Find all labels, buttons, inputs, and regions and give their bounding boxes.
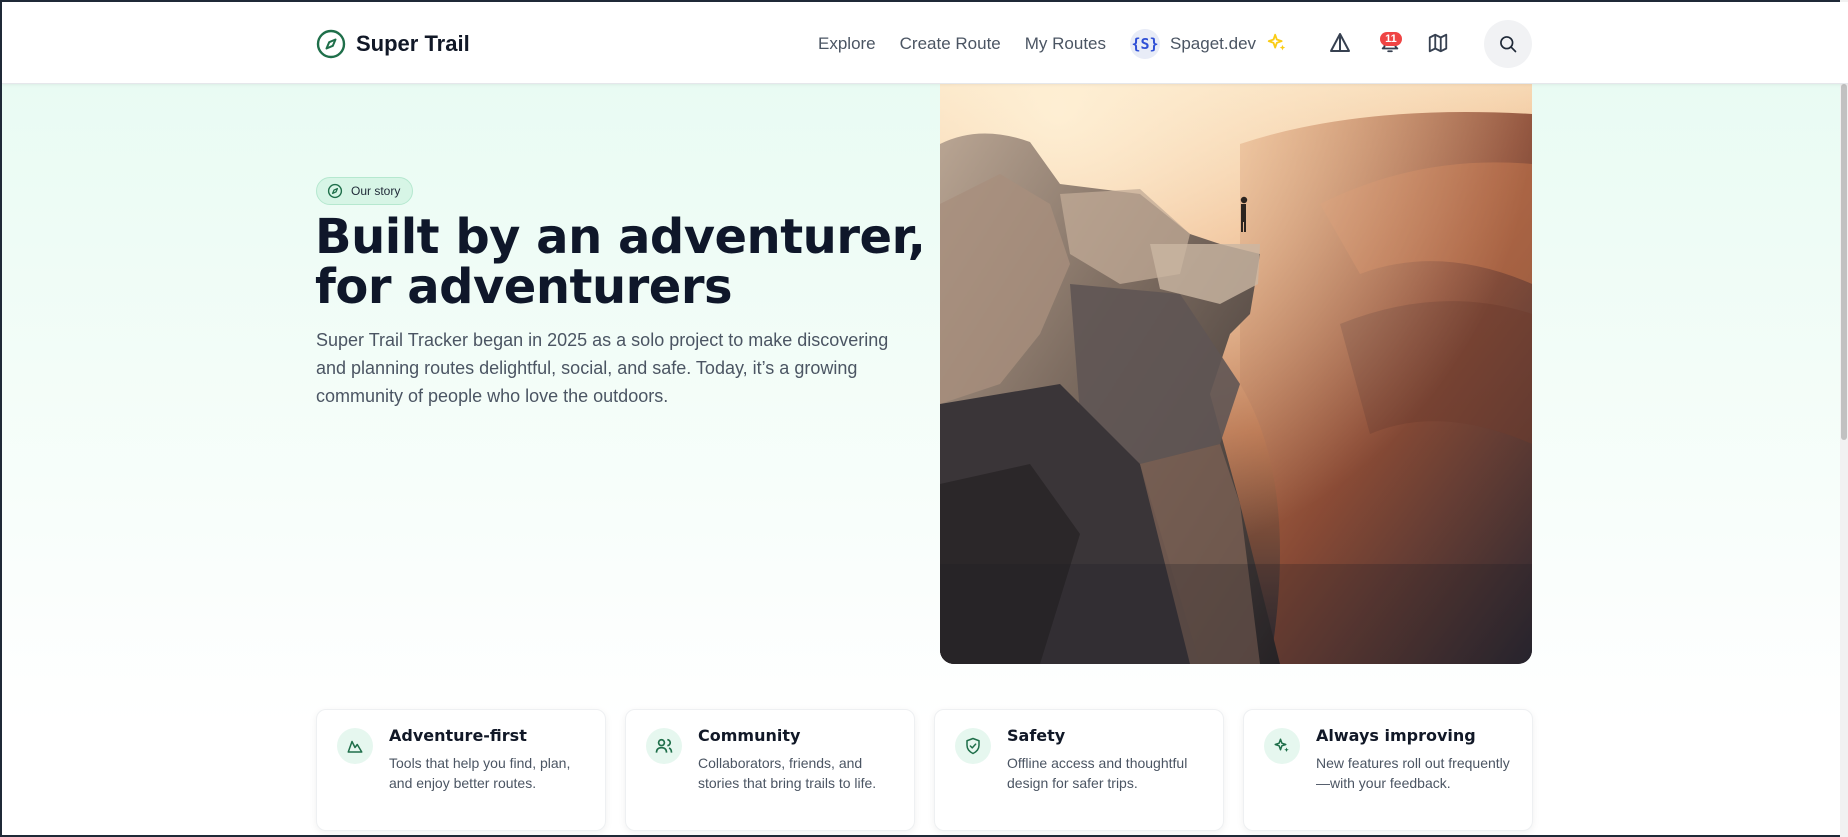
title-line-1: Built by an adventurer, xyxy=(315,209,926,265)
hero-background xyxy=(2,84,1842,724)
shield-check-icon xyxy=(966,737,980,755)
top-navbar: Super Trail Explore Create Route My Rout… xyxy=(2,2,1848,84)
scrollbar-thumb[interactable] xyxy=(1841,84,1847,440)
compass-icon xyxy=(327,183,343,199)
card-icon-wrap xyxy=(646,728,682,764)
compass-icon xyxy=(316,29,346,59)
org-badge: {S} xyxy=(1130,29,1161,59)
main-nav: Explore Create Route My Routes {S} Spage… xyxy=(818,24,1256,64)
title-line-2: for adventurers xyxy=(315,259,733,315)
sparkles-icon xyxy=(1267,33,1286,51)
browser-frame: Super Trail Explore Create Route My Rout… xyxy=(0,0,1848,837)
card-title: Community xyxy=(698,726,801,745)
map-button[interactable] xyxy=(1425,30,1451,56)
page-scrollbar[interactable] xyxy=(1840,0,1848,837)
nav-explore[interactable]: Explore xyxy=(818,34,876,54)
brand-logo[interactable]: Super Trail xyxy=(316,28,470,60)
search-icon xyxy=(1500,36,1517,53)
card-icon-wrap xyxy=(955,728,991,764)
nav-create-route[interactable]: Create Route xyxy=(900,34,1001,54)
mountain-icon xyxy=(347,740,363,753)
tent-icon xyxy=(1330,33,1350,52)
cliff-illustration xyxy=(940,84,1532,664)
card-description: Offline access and thoughtful design for… xyxy=(1007,755,1188,791)
map-icon xyxy=(1428,33,1448,53)
card-title: Safety xyxy=(1007,726,1066,745)
card-description: New features roll out frequently—with yo… xyxy=(1316,755,1510,791)
card-title: Adventure-first xyxy=(389,726,527,745)
feature-card-safety: Safety Offline access and thoughtful des… xyxy=(934,709,1224,831)
org-name: Spaget.dev xyxy=(1170,34,1257,53)
users-icon xyxy=(655,738,673,753)
search-button[interactable] xyxy=(1484,20,1532,68)
card-description: Collaborators, friends, and stories that… xyxy=(698,755,877,791)
brand-name: Super Trail xyxy=(356,31,470,56)
hero-image-cliff-hiker xyxy=(940,84,1532,664)
card-description: Tools that help you find, plan, and enjo… xyxy=(389,755,571,791)
sparkles-icon xyxy=(1274,738,1289,752)
hero-description: Super Trail Tracker began in 2025 as a s… xyxy=(316,330,889,406)
our-story-pill: Our story xyxy=(316,177,414,205)
feature-card-adventure: Adventure-first Tools that help you find… xyxy=(316,709,606,831)
nav-my-routes[interactable]: My Routes xyxy=(1025,34,1106,54)
camps-button[interactable] xyxy=(1327,30,1353,56)
pill-label: Our story xyxy=(351,184,401,198)
whats-new-button[interactable] xyxy=(1264,30,1290,56)
feature-card-improving: Always improving New features roll out f… xyxy=(1243,709,1533,831)
notification-count-badge: 11 xyxy=(1380,32,1402,46)
card-icon-wrap xyxy=(337,728,373,764)
org-switcher[interactable]: {S} Spaget.dev xyxy=(1130,29,1256,59)
card-title: Always improving xyxy=(1316,726,1476,745)
card-icon-wrap xyxy=(1264,728,1300,764)
feature-card-community: Community Collaborators, friends, and st… xyxy=(625,709,915,831)
page-title: Built by an adventurer, for adventurers xyxy=(315,212,935,312)
